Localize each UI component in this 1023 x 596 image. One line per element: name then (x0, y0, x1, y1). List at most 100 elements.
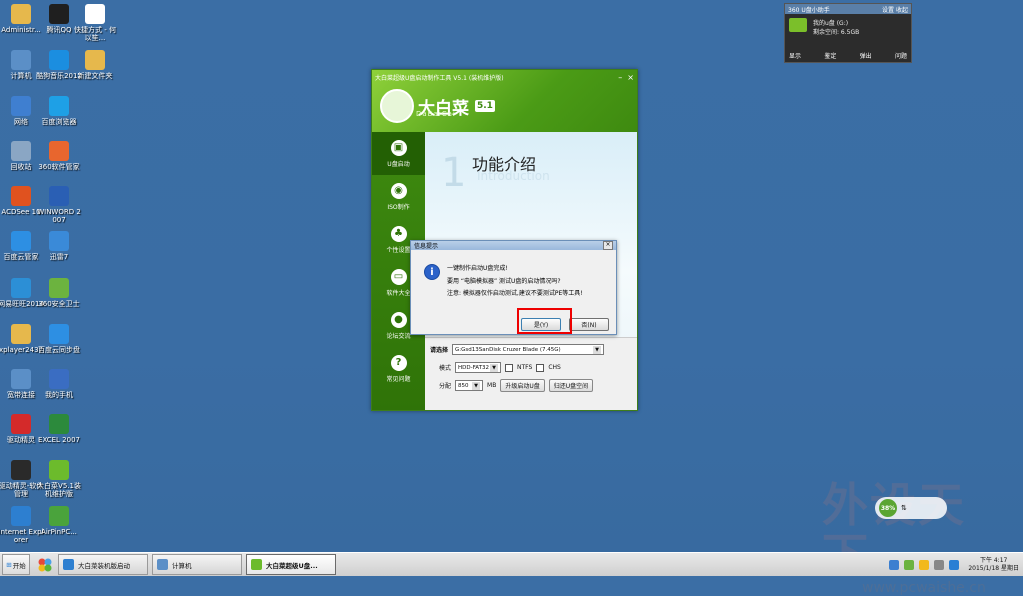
clock[interactable]: 下午 4:17 2015/1/18 星期日 (968, 557, 1019, 573)
desktop-icon-label: 360安全卫士 (38, 300, 80, 308)
ie-icon (11, 506, 31, 526)
device-row: 请选择 G:Gsd13SanDisk Cruzer Blade (7.45G) … (430, 344, 605, 355)
usb-helper-show-button[interactable]: 显示 (789, 51, 801, 60)
desktop-icon[interactable]: WINWORD 2007 (36, 186, 82, 224)
folder-icon (85, 50, 105, 70)
baidu-sync-icon (49, 324, 69, 344)
dabaicai-icon (251, 559, 262, 570)
partition-unit: MB (487, 382, 497, 389)
chevron-down-icon[interactable]: ▼ (593, 345, 602, 354)
close-icon[interactable]: × (603, 241, 613, 250)
dialog-line-2: 要用 “电脑模拟器” 测试U盘的启动情况吗? (447, 277, 561, 285)
desktop-icon[interactable]: 迅雷7 (36, 231, 82, 261)
desktop-icon[interactable]: 我的手机 (36, 369, 82, 399)
partition-select[interactable]: 850 ▼ (455, 380, 484, 391)
close-icon[interactable]: × (627, 73, 634, 82)
network-icon (11, 96, 31, 116)
upgrade-usb-button[interactable]: 升级启动U盘 (500, 379, 545, 392)
gauge-percent: 38% (879, 499, 897, 517)
sidebar-item-label: 常见问题 (386, 375, 411, 383)
usb-drive-free: 剩余空间: 6.5GB (813, 29, 860, 36)
recycle-bin-icon (11, 141, 31, 161)
chevron-down-icon[interactable]: ▼ (472, 381, 481, 390)
usb-helper-eject-button[interactable]: 弹出 (860, 51, 872, 60)
dialog-titlebar[interactable]: 信息提示 × (411, 241, 616, 250)
desktop-icon-label: AirPinPC... (41, 528, 77, 536)
tray-network-icon[interactable] (889, 559, 900, 570)
system-tray: 下午 4:17 2015/1/18 星期日 (889, 555, 1019, 574)
taskbar-item[interactable]: 计算机 (152, 554, 242, 575)
no-button[interactable]: 否(N) (569, 318, 609, 331)
sidebar-item[interactable]: ◉ ISO制作 (372, 175, 425, 218)
ntfs-checkbox[interactable] (505, 363, 514, 372)
usb-helper-check-button[interactable]: 鉴定 (824, 51, 836, 60)
intro-number: 1 (441, 150, 467, 196)
taskbar-item-label: 大白菜装机版启动 (78, 561, 130, 570)
usb-helper-title: 360 U盘小助手 (788, 6, 830, 14)
app-logo: 大白菜 5.1 DaBaiCai (380, 89, 495, 123)
usb-drive-name: 我的u盘 (G:) (813, 20, 849, 27)
partition-label: 分配 (439, 383, 452, 390)
start-button[interactable]: ⊞ 开始 (2, 554, 30, 575)
tray-security-icon[interactable] (919, 559, 930, 570)
desktop-icon[interactable]: 新建文件夹 (72, 50, 118, 80)
dialog-line-3: 注意: 模拟器仅作启动测试,建议不要测试PE等工具! (447, 290, 583, 297)
restore-usb-button[interactable]: 归还U盘空间 (548, 379, 594, 392)
mode-select[interactable]: HDD-FAT32 ▼ (455, 362, 502, 373)
taskbar-item[interactable]: 大白菜超级U盘... (246, 554, 336, 575)
mode-label: 模式 (439, 365, 452, 372)
usb-helper-collapse[interactable]: 收起 (896, 7, 908, 14)
taskbar-item-label: 计算机 (172, 561, 192, 570)
app-header: 大白菜超级U盘启动制作工具 V5.1 (装机维护版) – × 大白菜 5.1 D… (372, 70, 637, 132)
mode-value: HDD-FAT32 (458, 364, 489, 371)
wangwang-icon (11, 278, 31, 298)
kugou-icon (49, 50, 69, 70)
taskbar: ⊞ 开始 大白菜装机版启动 计算机 大白菜超级U盘... 下午 4:17 2015/… (0, 552, 1023, 576)
network-gauge[interactable]: 38% ⇅ (875, 497, 947, 519)
desktop-icon-label: 迅雷7 (49, 253, 69, 261)
desktop-icon[interactable]: EXCEL 2007 (36, 414, 82, 444)
usb-helper-settings[interactable]: 设置 (882, 7, 894, 14)
tray-360-icon[interactable] (904, 559, 915, 570)
highlight-box (517, 308, 572, 334)
desktop-icon[interactable]: 大白菜V5.1装机维护版 (36, 460, 82, 498)
desktop-icon[interactable]: 百度云同步盘 (36, 324, 82, 354)
driver-software-icon (11, 460, 31, 480)
tray-input-icon[interactable] (949, 559, 960, 570)
chs-checkbox[interactable] (536, 363, 545, 372)
desktop-icon[interactable]: 360安全卫士 (36, 278, 82, 308)
desktop-icon-label: EXCEL 2007 (38, 436, 80, 444)
sidebar-item[interactable]: ? 常见问题 (372, 347, 425, 390)
partition-value: 850 (458, 382, 469, 389)
broadband-icon (11, 369, 31, 389)
intro-subtitle: Introduction (477, 169, 550, 183)
clock-date: 2015/1/18 星期日 (968, 564, 1019, 572)
chevron-down-icon[interactable]: ▼ (490, 363, 499, 372)
usb-helper-buttons: 显示 鉴定 弹出 问题 (789, 51, 907, 60)
taskbar-item-label: 大白菜超级U盘... (266, 561, 318, 570)
user-icon: ● (390, 311, 407, 328)
usb-drive-icon (789, 18, 807, 32)
airpin-icon (49, 506, 69, 526)
dialog-title: 信息提示 (414, 243, 439, 250)
baidu-cloud-icon (11, 231, 31, 251)
quick-launch-360-icon[interactable] (36, 556, 54, 574)
desktop-icon[interactable]: 快捷方式 - 何以笙... (72, 4, 118, 42)
sidebar-item[interactable]: ▣ U盘启动 (372, 132, 425, 175)
tray-volume-icon[interactable] (934, 559, 945, 570)
desktop-icon[interactable]: AirPinPC... (36, 506, 82, 536)
app-titlebar[interactable]: 大白菜超级U盘启动制作工具 V5.1 (装机维护版) – × (372, 70, 637, 84)
usb-helper-help-button[interactable]: 问题 (895, 51, 907, 60)
desktop-icon[interactable]: 360软件管家 (36, 141, 82, 171)
mode-row: 模式 HDD-FAT32 ▼ NTFS CHS (439, 362, 561, 373)
minimize-icon[interactable]: – (618, 73, 622, 82)
info-dialog: 信息提示 × i 一键制作启动U盘完成! 要用 “电脑模拟器” 测试U盘的启动情… (410, 240, 617, 335)
taskbar-item[interactable]: 大白菜装机版启动 (58, 554, 148, 575)
sidebar-item-label: ISO制作 (387, 203, 410, 211)
windows-logo-icon: ⊞ (6, 560, 12, 569)
desktop-icon-label: 我的手机 (45, 391, 73, 399)
device-select[interactable]: G:Gsd13SanDisk Cruzer Blade (7.45G) ▼ (452, 344, 605, 355)
desktop-icon[interactable]: 百度浏览器 (36, 96, 82, 126)
partition-row: 分配 850 ▼ MB 升级启动U盘 归还U盘空间 (439, 379, 594, 392)
options-panel: 请选择 G:Gsd13SanDisk Cruzer Blade (7.45G) … (425, 337, 637, 410)
